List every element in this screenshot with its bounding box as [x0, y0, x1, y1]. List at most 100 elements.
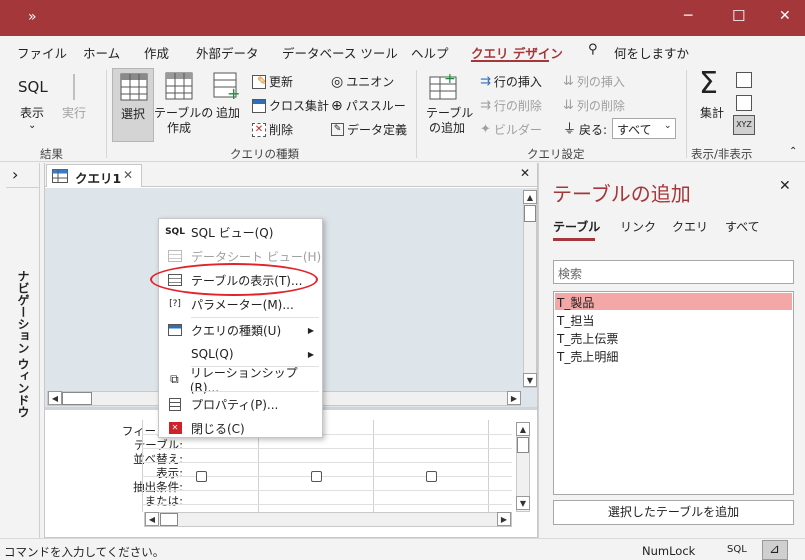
grid-horizontal-scrollbar[interactable]	[144, 512, 512, 527]
document-close-button[interactable]: ✕	[520, 166, 530, 180]
table-list-item-selected[interactable]: T_製品	[555, 293, 792, 310]
query-type-icon	[159, 324, 191, 336]
passthrough-query-button[interactable]: ⊕ パススルー	[331, 97, 406, 114]
return-select[interactable]: すべて ⌄	[612, 118, 676, 139]
parameters-icon: [?]	[169, 299, 181, 309]
grid-row-label-or: または:	[144, 494, 183, 508]
hscroll-thumb[interactable]	[62, 392, 92, 405]
update-query-label: 更新	[269, 75, 294, 89]
insert-rows-label: 行の挿入	[493, 75, 542, 89]
highlight-oval	[150, 263, 318, 296]
minimize-button[interactable]: ─	[684, 8, 692, 24]
delete-query-icon: ✕	[252, 122, 266, 137]
svg-text:+: +	[444, 72, 456, 87]
grid-scroll-down-button[interactable]: ▼	[516, 496, 530, 510]
sql-view-status-button[interactable]: SQL	[727, 544, 747, 555]
navigation-pane-label[interactable]: ナビゲーション ウィンドウ	[8, 270, 32, 420]
scroll-down-button[interactable]: ▼	[523, 373, 537, 387]
make-table-button-line2: 作成	[167, 121, 192, 135]
show-checkbox[interactable]	[426, 471, 437, 482]
menu-item-query-type[interactable]: クエリの種類(U) ▶	[159, 318, 322, 342]
table-names-toggle[interactable]: XYZ	[733, 115, 755, 135]
pane-close-button[interactable]: ✕	[779, 178, 791, 194]
search-icon: ⚲	[588, 42, 598, 57]
menu-item-sql-view[interactable]: SQL SQL ビュー(Q)	[159, 220, 322, 244]
data-definition-query-label: データ定義	[347, 123, 408, 137]
tab-external-data[interactable]: 外部データ	[196, 43, 259, 62]
status-bar: コマンドを入力してください。 NumLock SQL ⊿	[0, 538, 805, 560]
document-tab-close-icon[interactable]: ✕	[123, 168, 133, 182]
select-query-icon	[120, 73, 148, 101]
submenu-arrow-icon: ▶	[307, 349, 314, 359]
show-checkbox[interactable]	[311, 471, 322, 482]
insert-columns-button[interactable]: ⇊ 列の挿入	[563, 73, 625, 90]
tab-file[interactable]: ファイル	[17, 43, 67, 62]
design-view-status-button[interactable]: ⊿	[762, 540, 788, 560]
delete-query-button[interactable]: ✕ 削除	[252, 121, 293, 138]
document-tab[interactable]: クエリ1 ✕	[46, 164, 142, 187]
nav-expand-button[interactable]: ›	[12, 165, 18, 184]
add-tables-button-line2: の追加	[429, 121, 466, 135]
insert-rows-button[interactable]: ⇉ 行の挿入	[480, 73, 542, 90]
tab-home[interactable]: ホーム	[83, 43, 120, 62]
table-list-item-label: T_担当	[557, 314, 595, 328]
grid-scroll-up-button[interactable]: ▲	[516, 422, 530, 436]
table-list[interactable]: T_製品 T_担当 T_売上伝票 T_売上明細	[553, 291, 794, 495]
group-divider	[686, 70, 687, 158]
totals-button[interactable]: 集計	[700, 106, 724, 121]
add-tables-button[interactable]: テーブル	[426, 106, 473, 121]
add-selected-tables-button[interactable]: 選択したテーブルを追加	[553, 500, 794, 525]
menu-item-label: クエリの種類(U)	[191, 323, 282, 338]
menu-item-properties[interactable]: プロパティ(P)...	[159, 392, 322, 416]
property-sheet-icon[interactable]	[736, 95, 752, 111]
run-icon	[73, 74, 75, 100]
tab-create[interactable]: 作成	[144, 43, 169, 62]
tell-me-search[interactable]: 何をしますか	[614, 43, 689, 62]
parameters-icon[interactable]	[736, 72, 752, 88]
make-table-icon	[165, 72, 193, 100]
menu-item-close[interactable]: ✕ 閉じる(C)	[159, 416, 322, 440]
grid-scroll-thumb[interactable]	[517, 437, 529, 453]
menu-item-relationships[interactable]: ⧉ リレーションシップ(R)...	[159, 366, 322, 395]
select-query-button[interactable]: 選択	[112, 68, 154, 142]
table-list-item[interactable]: T_売上伝票	[555, 329, 792, 346]
grid-row-label-criteria: 抽出条件:	[133, 480, 183, 494]
scroll-right-button[interactable]: ▶	[507, 391, 521, 405]
close-button[interactable]: ✕	[779, 8, 791, 24]
grid-scroll-left-button[interactable]: ◀	[145, 512, 159, 526]
quick-access-overflow-button[interactable]: »	[28, 9, 37, 25]
show-checkbox[interactable]	[196, 471, 207, 482]
delete-rows-button[interactable]: ⇉ 行の削除	[480, 97, 542, 114]
builder-button[interactable]: ✦ ビルダー	[480, 121, 542, 138]
append-query-button[interactable]: 追加	[216, 106, 240, 121]
grid-scroll-right-button[interactable]: ▶	[497, 512, 511, 526]
pane-search-box[interactable]: 検索	[553, 260, 794, 284]
data-definition-query-button[interactable]: ✎ データ定義	[331, 121, 407, 138]
table-list-item[interactable]: T_売上明細	[555, 347, 792, 364]
update-query-button[interactable]: ✎ 更新	[252, 73, 293, 90]
pane-tab-tables[interactable]: テーブル	[553, 218, 600, 235]
tab-database-tools[interactable]: データベース ツール	[282, 43, 398, 62]
append-query-icon: +	[213, 72, 240, 100]
table-list-item[interactable]: T_担当	[555, 311, 792, 328]
tab-help[interactable]: ヘルプ	[411, 43, 449, 62]
run-button[interactable]: 実行	[62, 106, 86, 121]
menu-item-label: SQL(Q)	[191, 347, 234, 361]
pane-tab-all[interactable]: すべて	[725, 218, 760, 235]
union-query-button[interactable]: ◎ ユニオン	[331, 73, 394, 90]
delete-columns-button[interactable]: ⇊ 列の削除	[563, 97, 625, 114]
make-table-button[interactable]: テーブルの	[154, 106, 213, 121]
grid-hscroll-thumb[interactable]	[160, 513, 178, 526]
collapse-ribbon-icon[interactable]: ⌃	[789, 146, 797, 157]
search-placeholder: 検索	[558, 267, 583, 281]
maximize-button[interactable]: ☐	[732, 7, 745, 25]
view-dropdown-arrow-icon[interactable]: ⌄	[28, 118, 36, 133]
pane-tab-links[interactable]: リンク	[620, 218, 656, 235]
scroll-thumb[interactable]	[524, 205, 536, 222]
menu-item-sql[interactable]: SQL(Q) ▶	[159, 342, 322, 366]
scroll-up-button[interactable]: ▲	[523, 190, 537, 204]
pane-tab-queries[interactable]: クエリ	[672, 218, 708, 235]
crosstab-query-button[interactable]: クロス集計	[252, 97, 329, 114]
query-setup-group-label: クエリ設定	[527, 147, 585, 161]
scroll-left-button[interactable]: ◀	[48, 391, 62, 405]
